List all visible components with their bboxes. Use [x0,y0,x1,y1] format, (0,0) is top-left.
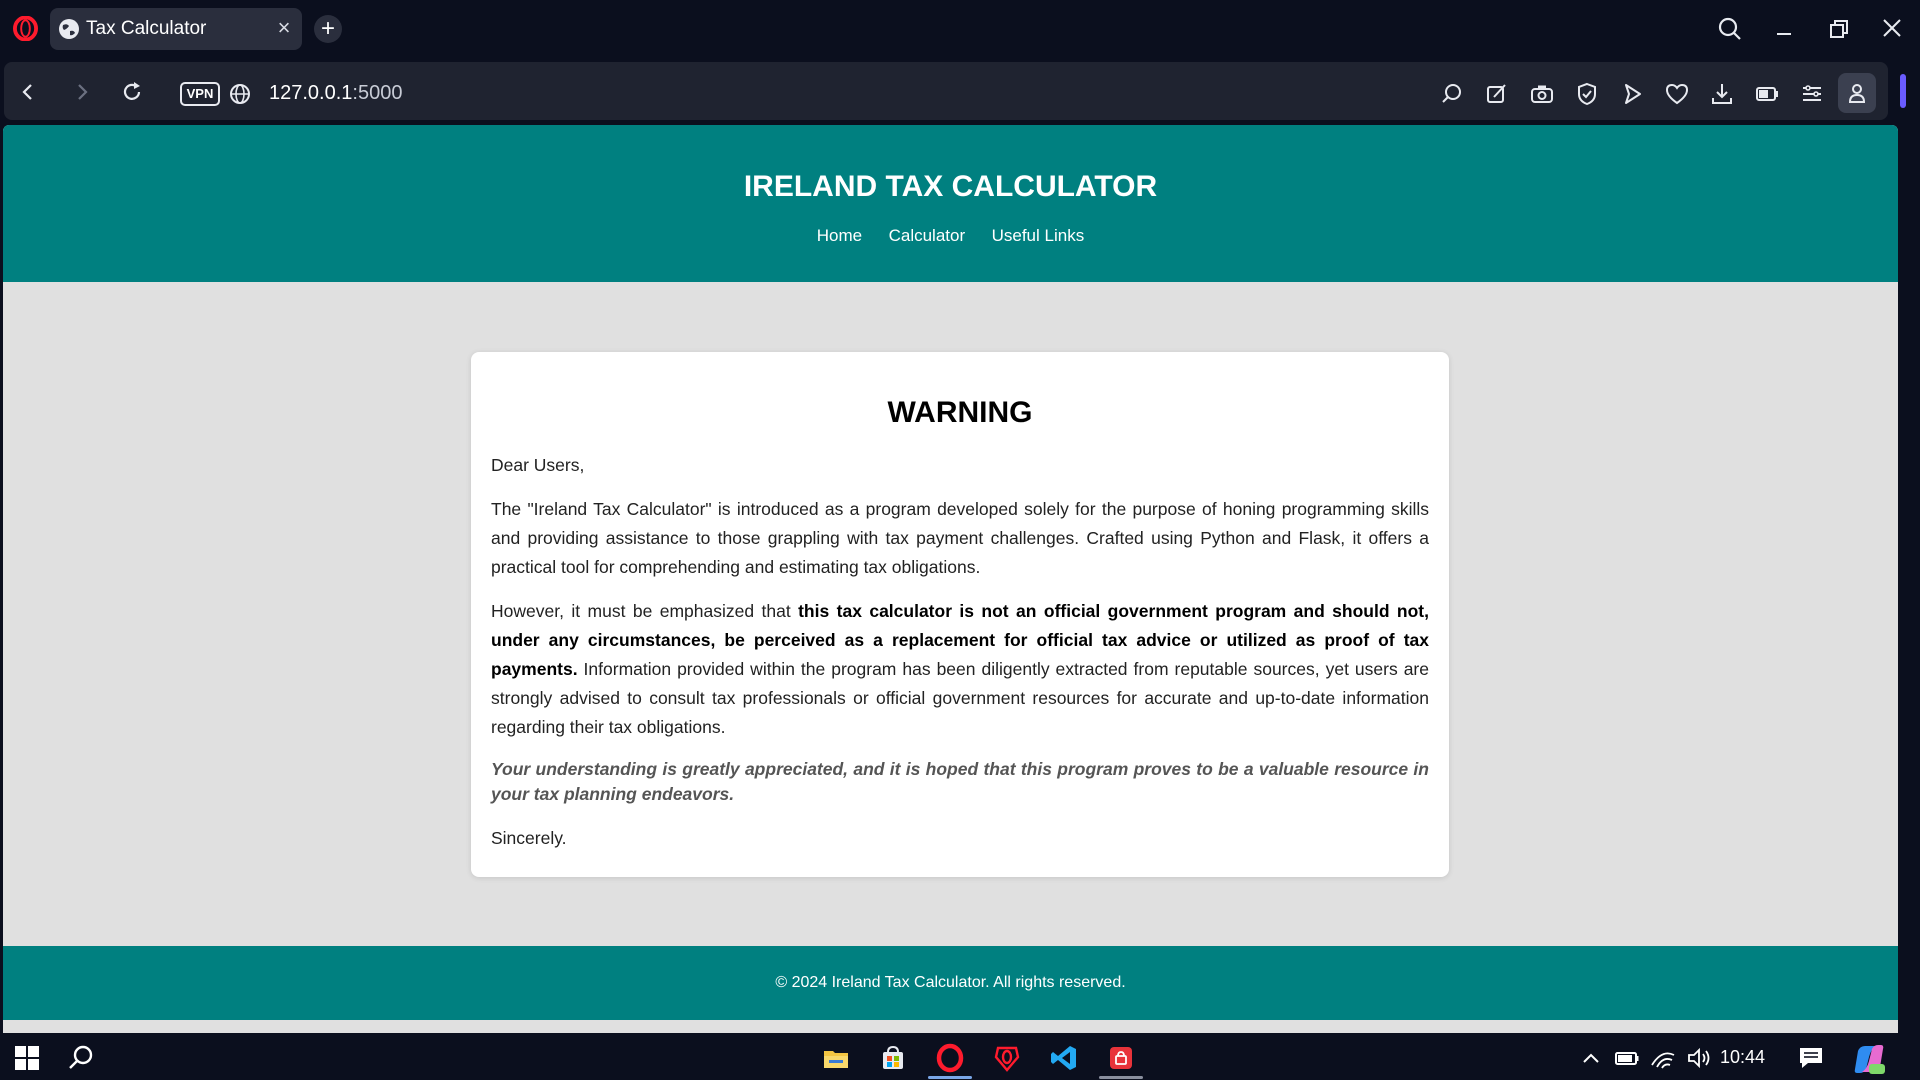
volume-icon[interactable] [1684,1043,1714,1073]
vpn-badge[interactable]: VPN [180,82,220,106]
copilot-icon[interactable] [1852,1043,1886,1075]
search-icon[interactable] [66,1043,96,1073]
disclaimer-paragraph: However, it must be emphasized that this… [491,597,1429,742]
red-app-icon[interactable] [1106,1043,1136,1073]
url-port: :5000 [352,82,403,104]
battery-saver-icon[interactable] [1753,80,1781,108]
greeting-text: Dear Users, [491,455,585,475]
intro-paragraph: The "Ireland Tax Calculator" is introduc… [491,499,1429,577]
new-tab-button[interactable]: + [314,15,342,43]
edit-snapshot-icon[interactable] [1483,80,1511,108]
back-icon[interactable] [14,78,42,106]
notifications-icon[interactable] [1796,1043,1826,1073]
wifi-icon[interactable] [1648,1043,1678,1073]
send-play-icon[interactable] [1618,80,1646,108]
tab-tax-calculator[interactable]: Tax Calculator × [50,8,302,50]
warning-heading: WARNING [887,396,1033,429]
microsoft-store-icon[interactable] [878,1043,908,1073]
site-title: IRELAND TAX CALCULATOR [743,170,1158,203]
sidebar-accent-bar [1900,74,1906,108]
user-icon [1848,84,1866,103]
windows-taskbar: 10:44 [0,1034,1920,1080]
url-host: 127.0.0.1 [269,82,353,104]
reload-icon[interactable] [118,78,146,106]
shield-icon[interactable] [1573,80,1601,108]
appreciation-text: Your understanding is greatly appreciate… [491,759,1429,804]
opera-gx-icon[interactable] [992,1043,1022,1073]
address-bar-container: VPN 127.0.0.1:5000 [4,62,1888,120]
opera-taskbar-icon[interactable] [935,1043,965,1073]
minimize-window-icon[interactable] [1768,14,1800,44]
page-viewport: IRELAND TAX CALCULATOR Home Calculator U… [3,125,1898,1033]
camera-icon[interactable] [1528,80,1556,108]
nav-link-home[interactable]: Home [817,226,862,245]
site-header: IRELAND TAX CALCULATOR Home Calculator U… [3,125,1898,282]
disclaimer-lead: However, it must be emphasized that [491,601,799,621]
vscode-icon[interactable] [1049,1043,1079,1073]
battery-icon[interactable] [1612,1043,1642,1073]
browser-address-bar: VPN 127.0.0.1:5000 [0,58,1920,122]
profile-button[interactable] [1838,73,1876,113]
browser-tab-bar: Tax Calculator × + [0,0,1920,58]
site-nav: Home Calculator Useful Links [3,225,1898,247]
forward-icon[interactable] [68,78,96,106]
download-icon[interactable] [1708,80,1736,108]
windows-start-icon[interactable] [12,1043,42,1073]
easy-setup-icon[interactable] [1798,80,1826,108]
nav-link-calculator[interactable]: Calculator [889,226,966,245]
restore-window-icon[interactable] [1822,14,1854,44]
taskbar-clock[interactable]: 10:44 [1720,1046,1765,1068]
tab-title: Tax Calculator [86,18,207,39]
close-window-icon[interactable] [1876,14,1908,44]
footer-copyright: © 2024 Ireland Tax Calculator. All right… [775,974,1126,991]
warning-body: Dear Users, The "Ireland Tax Calculator"… [491,451,1429,868]
file-explorer-icon[interactable] [821,1043,851,1073]
globe-favicon-icon [59,19,79,39]
opera-logo-icon[interactable] [13,16,38,41]
site-footer: © 2024 Ireland Tax Calculator. All right… [3,946,1898,1020]
zoom-search-icon[interactable] [1438,80,1466,108]
disclaimer-tail: Information provided within the program … [491,659,1429,737]
nav-link-useful-links[interactable]: Useful Links [992,226,1085,245]
opera-active-indicator [928,1076,972,1079]
warning-card: WARNING Dear Users, The "Ireland Tax Cal… [471,352,1449,877]
chevron-up-icon[interactable] [1576,1043,1606,1073]
url-field[interactable]: 127.0.0.1:5000 [269,81,402,105]
closing-text: Sincerely. [491,828,567,848]
red-app-indicator [1099,1076,1143,1079]
heart-icon[interactable] [1663,80,1691,108]
site-info-globe-icon[interactable] [228,82,252,106]
search-tabs-icon[interactable] [1714,14,1746,44]
close-tab-icon[interactable]: × [272,16,296,40]
